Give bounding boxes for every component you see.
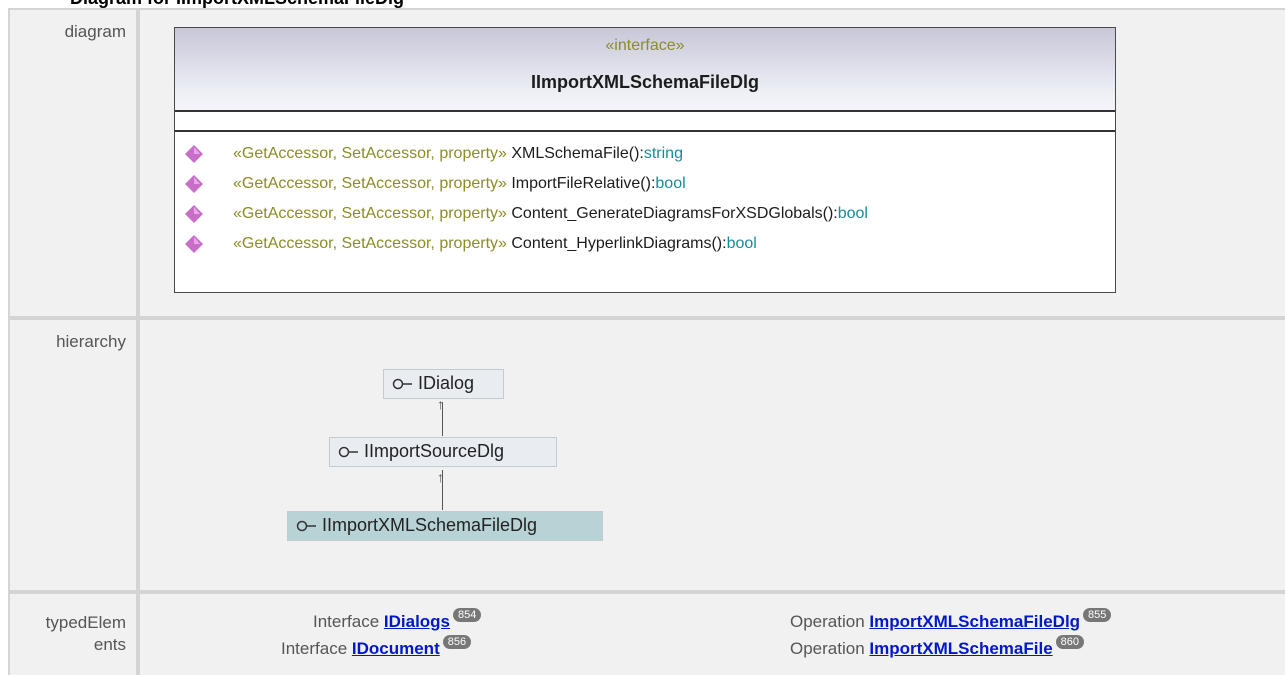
hierarchy-node-label: IImportSourceDlg [364,441,505,461]
typed-element-ref: Operation ImportXMLSchemaFile 860 [790,635,1085,659]
operation-stereotype: «GetAccessor, SetAccessor, property» [233,205,507,222]
operation-return-type: string [643,145,683,162]
operation-name: Content_GenerateDiagramsForXSDGlobals() [511,205,834,222]
typed-elements-row-label: typedElem ents [10,594,136,675]
operation-return-type: bool [837,205,868,222]
typed-elements-label-line1: typedElem [45,613,126,632]
page-badge: 860 [1055,635,1085,649]
ref-link[interactable]: IDocument [352,639,440,658]
interface-lollipop-icon [392,378,412,390]
hierarchy-row-label: hierarchy [10,320,136,590]
page-badge: 856 [442,635,472,649]
uml-stereotype: «interface» [605,37,685,54]
diagram-row-label: diagram [10,10,136,316]
operation-diamond-icon [185,205,203,223]
page-badge: 854 [453,608,482,622]
operation-diamond-icon [185,175,203,193]
page-badge: 855 [1083,608,1112,622]
operation-return-type: bool [726,235,757,252]
operation-name: ImportFileRelative() [511,175,651,192]
interface-lollipop-icon [338,446,358,458]
ref-link[interactable]: ImportXMLSchemaFileDlg [869,612,1080,631]
arrow-up-icon: ↑ [437,396,444,412]
operation-stereotype: «GetAccessor, SetAccessor, property» [233,145,507,162]
typed-elements-row-content [140,594,1285,675]
operation-stereotype: «GetAccessor, SetAccessor, property» [233,235,507,252]
operation-name: XMLSchemaFile() [511,145,640,162]
uml-header: «interface» IImportXMLSchemaFileDlg [175,28,1115,112]
interface-lollipop-icon [296,520,316,532]
typed-element-ref: Interface IDocument 856 [281,635,472,659]
ref-link[interactable]: ImportXMLSchemaFile [869,639,1052,658]
hierarchy-node-label: IDialog [418,373,475,393]
uml-attributes-compartment [175,112,1115,132]
operation-stereotype: «GetAccessor, SetAccessor, property» [233,175,507,192]
ref-kind: Interface [313,612,380,631]
typed-element-ref: Interface IDialogs 854 [313,608,482,632]
arrow-up-icon: ↑ [437,469,444,485]
typed-element-ref: Operation ImportXMLSchemaFileDlg 855 [790,608,1112,632]
uml-class-name: IImportXMLSchemaFileDlg [530,72,760,92]
operation-diamond-icon [185,235,203,253]
hierarchy-node-idialog[interactable]: IDialog [383,369,504,399]
ref-kind: Operation [790,639,865,658]
hierarchy-node-iimportsourcedlg[interactable]: IImportSourceDlg [329,437,557,467]
ref-kind: Operation [790,612,865,631]
operation-diamond-icon [185,145,203,163]
uml-interface-box[interactable]: «interface» IImportXMLSchemaFileDlg «Get… [174,27,1116,293]
ref-kind: Interface [281,639,348,658]
hierarchy-row-content [140,320,1285,590]
operation-name: Content_HyperlinkDiagrams() [511,235,723,252]
typed-elements-label-line2: ents [93,635,126,654]
hierarchy-node-label: IImportXMLSchemaFileDlg [322,515,538,535]
ref-link[interactable]: IDialogs [384,612,450,631]
hierarchy-node-iimportxmlschemafiledlg[interactable]: IImportXMLSchemaFileDlg [287,511,603,541]
operation-return-type: bool [655,175,686,192]
